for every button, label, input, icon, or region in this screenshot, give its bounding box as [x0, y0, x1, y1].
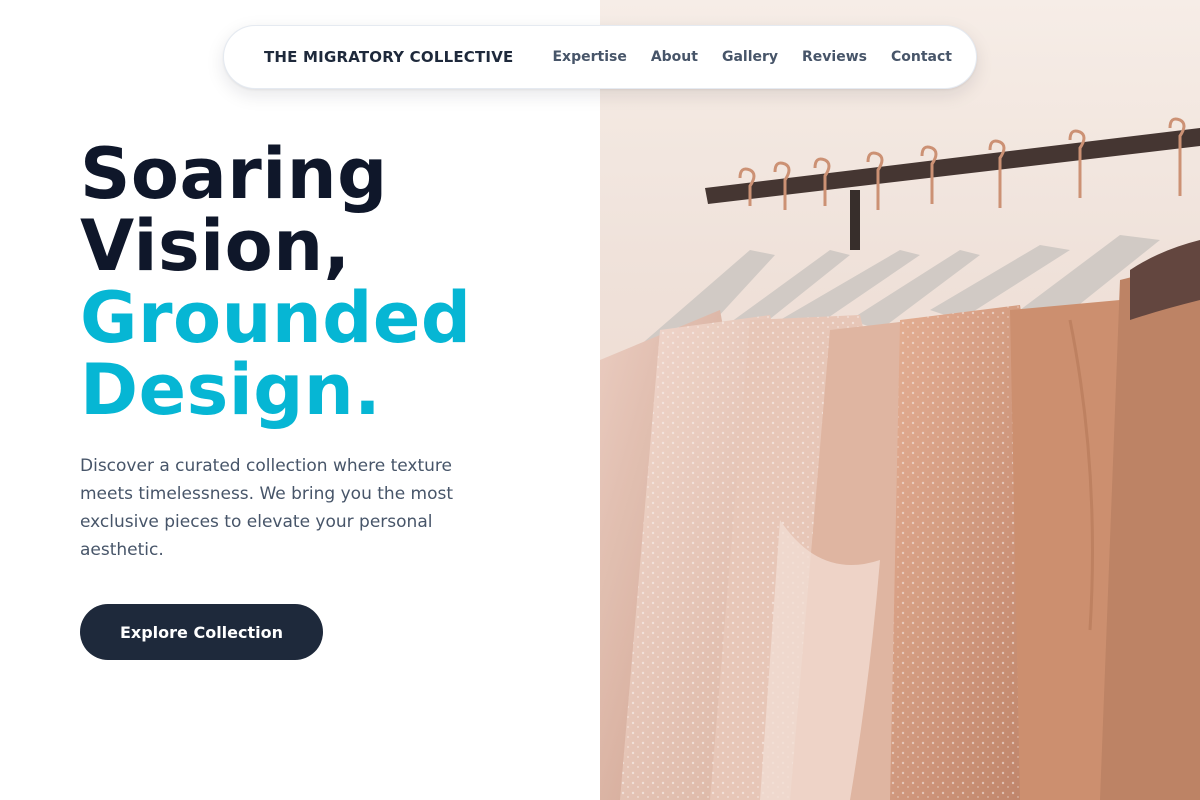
nav-links: Expertise About Gallery Reviews Contact	[552, 49, 952, 65]
top-nav: THE MIGRATORY COLLECTIVE Expertise About…	[223, 25, 977, 89]
clothing-rack-illustration	[600, 0, 1200, 800]
hero-lead-text: Discover a curated collection where text…	[80, 456, 454, 560]
headline-line-2: Vision,	[80, 205, 351, 287]
hero-headline: Soaring Vision, Grounded Design.	[80, 138, 580, 426]
nav-link-expertise[interactable]: Expertise	[552, 49, 626, 65]
nav-link-reviews[interactable]: Reviews	[802, 49, 867, 65]
explore-collection-button[interactable]: Explore Collection	[80, 604, 323, 660]
headline-line-3: Grounded	[80, 277, 472, 359]
hero-image	[600, 0, 1200, 800]
nav-link-about[interactable]: About	[651, 49, 698, 65]
nav-link-gallery[interactable]: Gallery	[722, 49, 778, 65]
brand-logo[interactable]: THE MIGRATORY COLLECTIVE	[264, 48, 513, 66]
headline-line-1: Soaring	[80, 133, 388, 215]
nav-link-contact[interactable]: Contact	[891, 49, 952, 65]
headline-line-4: Design.	[80, 349, 382, 431]
